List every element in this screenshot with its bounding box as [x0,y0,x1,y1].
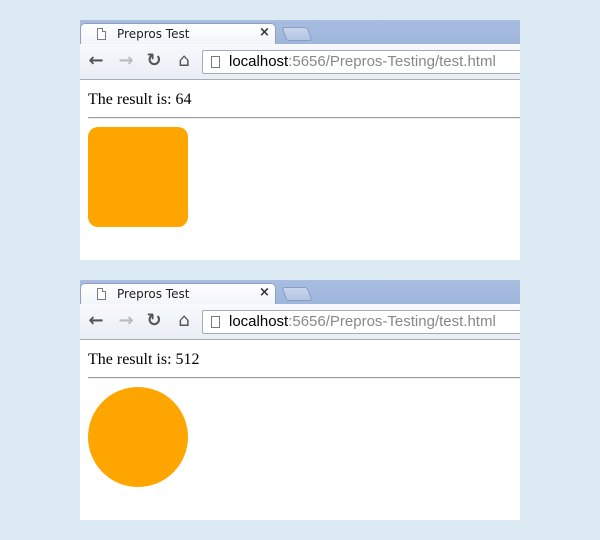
url-text: localhost:5656/Prepros-Testing/test.html [229,53,496,70]
result-text: The result is: 64 [88,91,192,108]
url-path: :5656/Prepros-Testing/test.html [288,313,496,330]
page-icon [97,28,106,40]
horizontal-rule [88,377,520,379]
url-host: localhost [229,53,289,70]
new-tab-button[interactable] [281,27,313,41]
tab-prepros-test[interactable]: Prepros Test × [80,23,276,45]
close-tab-icon[interactable]: × [259,25,270,40]
page-content: The result is: 512 [80,340,520,520]
page-content: The result is: 64 [80,80,520,260]
browser-window-2: Prepros Test × ← → ↻ ⌂ localhost:5656/Pr… [80,280,520,520]
reload-icon[interactable]: ↻ [144,311,164,331]
back-icon[interactable]: ← [86,51,106,71]
toolbar: ← → ↻ ⌂ localhost:5656/Prepros-Testing/t… [80,304,520,340]
forward-icon[interactable]: → [116,311,136,331]
url-path: :5656/Prepros-Testing/test.html [288,53,496,70]
tab-title: Prepros Test [117,287,190,301]
url-host: localhost [229,313,289,330]
tab-strip: Prepros Test × [80,280,520,305]
tab-prepros-test[interactable]: Prepros Test × [80,283,276,305]
close-tab-icon[interactable]: × [259,285,270,300]
orange-box [88,127,188,227]
result-text: The result is: 512 [88,351,200,368]
page-icon [211,56,220,68]
home-icon[interactable]: ⌂ [174,311,194,331]
page-icon [211,316,220,328]
reload-icon[interactable]: ↻ [144,51,164,71]
toolbar: ← → ↻ ⌂ localhost:5656/Prepros-Testing/t… [80,44,520,80]
browser-window-1: Prepros Test × ← → ↻ ⌂ localhost:5656/Pr… [80,20,520,260]
forward-icon[interactable]: → [116,51,136,71]
horizontal-rule [88,117,520,119]
orange-circle [88,387,188,487]
url-text: localhost:5656/Prepros-Testing/test.html [229,313,496,330]
back-icon[interactable]: ← [86,311,106,331]
home-icon[interactable]: ⌂ [174,51,194,71]
address-bar[interactable]: localhost:5656/Prepros-Testing/test.html [202,310,520,334]
address-bar[interactable]: localhost:5656/Prepros-Testing/test.html [202,50,520,74]
tab-title: Prepros Test [117,27,190,41]
new-tab-button[interactable] [281,287,313,301]
tab-strip: Prepros Test × [80,20,520,45]
page-icon [97,288,106,300]
